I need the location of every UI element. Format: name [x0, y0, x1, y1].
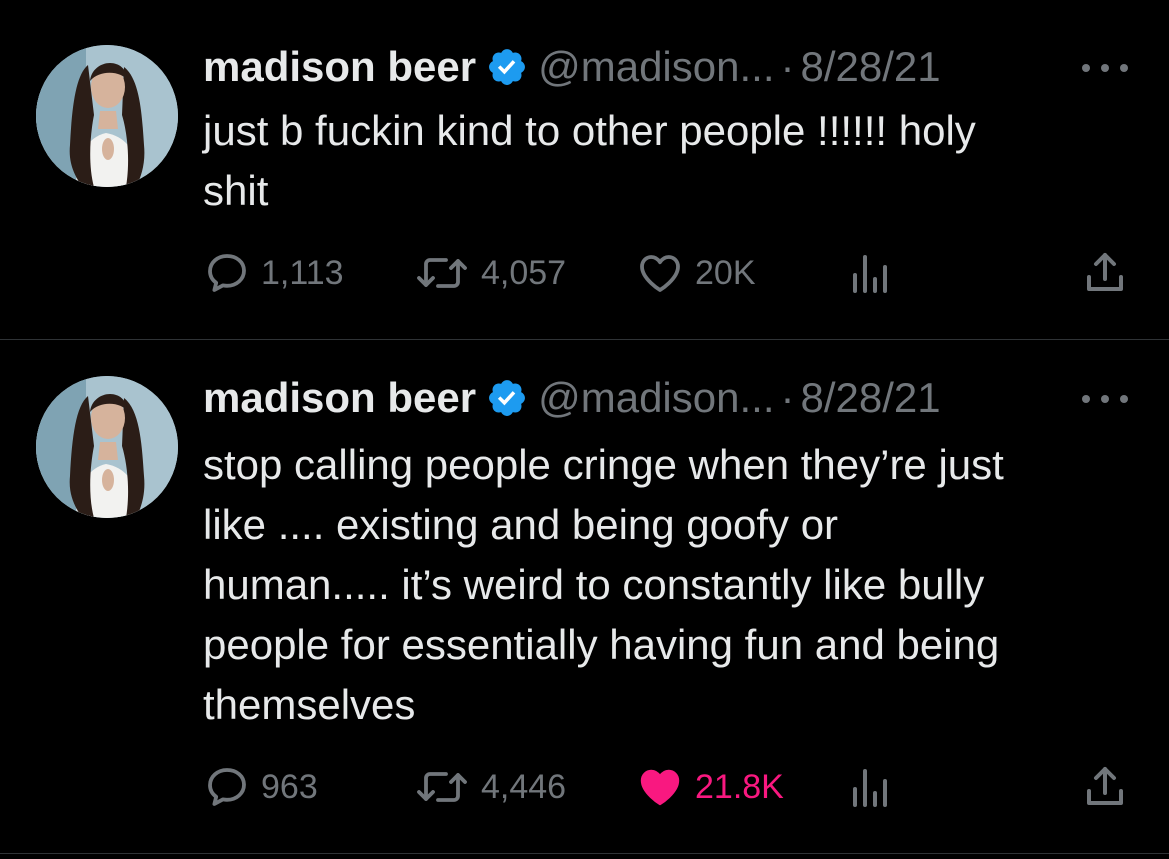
bottom-divider [0, 853, 1169, 854]
heart-icon [640, 769, 680, 806]
tweet-date[interactable]: 8/28/21 [801, 42, 941, 92]
tweet-header: madison beer @madison... · 8/28/21 [203, 373, 941, 423]
like-count: 21.8K [695, 767, 784, 806]
heart-icon [640, 255, 680, 292]
share-icon [1087, 253, 1123, 291]
more-options-icon[interactable] [1082, 58, 1128, 78]
share-button[interactable] [1083, 762, 1137, 812]
reply-button[interactable]: 963 [203, 762, 318, 812]
views-icon [853, 769, 887, 807]
like-button[interactable]: 21.8K [635, 762, 784, 812]
avatar[interactable] [36, 45, 178, 187]
retweet-button[interactable]: 4,446 [413, 762, 566, 812]
like-count: 20K [695, 253, 756, 292]
avatar[interactable] [36, 376, 178, 518]
share-button[interactable] [1083, 248, 1137, 298]
more-options-icon[interactable] [1082, 389, 1128, 409]
tweet-date[interactable]: 8/28/21 [801, 373, 941, 423]
retweet-icon [417, 258, 467, 288]
retweet-icon [417, 772, 467, 802]
handle[interactable]: @madison... [538, 42, 774, 92]
views-icon [853, 255, 887, 293]
retweet-count: 4,446 [481, 767, 567, 806]
tweet-divider [0, 339, 1169, 340]
display-name[interactable]: madison beer [203, 42, 476, 92]
verified-badge-icon [486, 377, 528, 419]
tweet-text: stop calling people cringe when they’re … [203, 441, 1004, 728]
tweet-text: just b fuckin kind to other people !!!!!… [203, 107, 976, 214]
like-button[interactable]: 20K [635, 248, 756, 298]
share-icon [1087, 767, 1123, 805]
views-button[interactable] [849, 762, 899, 812]
separator-dot: · [780, 374, 795, 421]
separator-dot: · [780, 43, 795, 90]
views-button[interactable] [849, 248, 899, 298]
reply-count: 963 [261, 767, 318, 806]
reply-count: 1,113 [261, 253, 344, 292]
retweet-button[interactable]: 4,057 [413, 248, 566, 298]
reply-icon [208, 768, 246, 806]
verified-badge-icon [486, 46, 528, 88]
tweet-header: madison beer @madison... · 8/28/21 [203, 42, 941, 92]
handle[interactable]: @madison... [538, 373, 774, 423]
reply-button[interactable]: 1,113 [203, 248, 344, 298]
retweet-count: 4,057 [481, 253, 567, 292]
reply-icon [208, 254, 246, 292]
display-name[interactable]: madison beer [203, 373, 476, 423]
